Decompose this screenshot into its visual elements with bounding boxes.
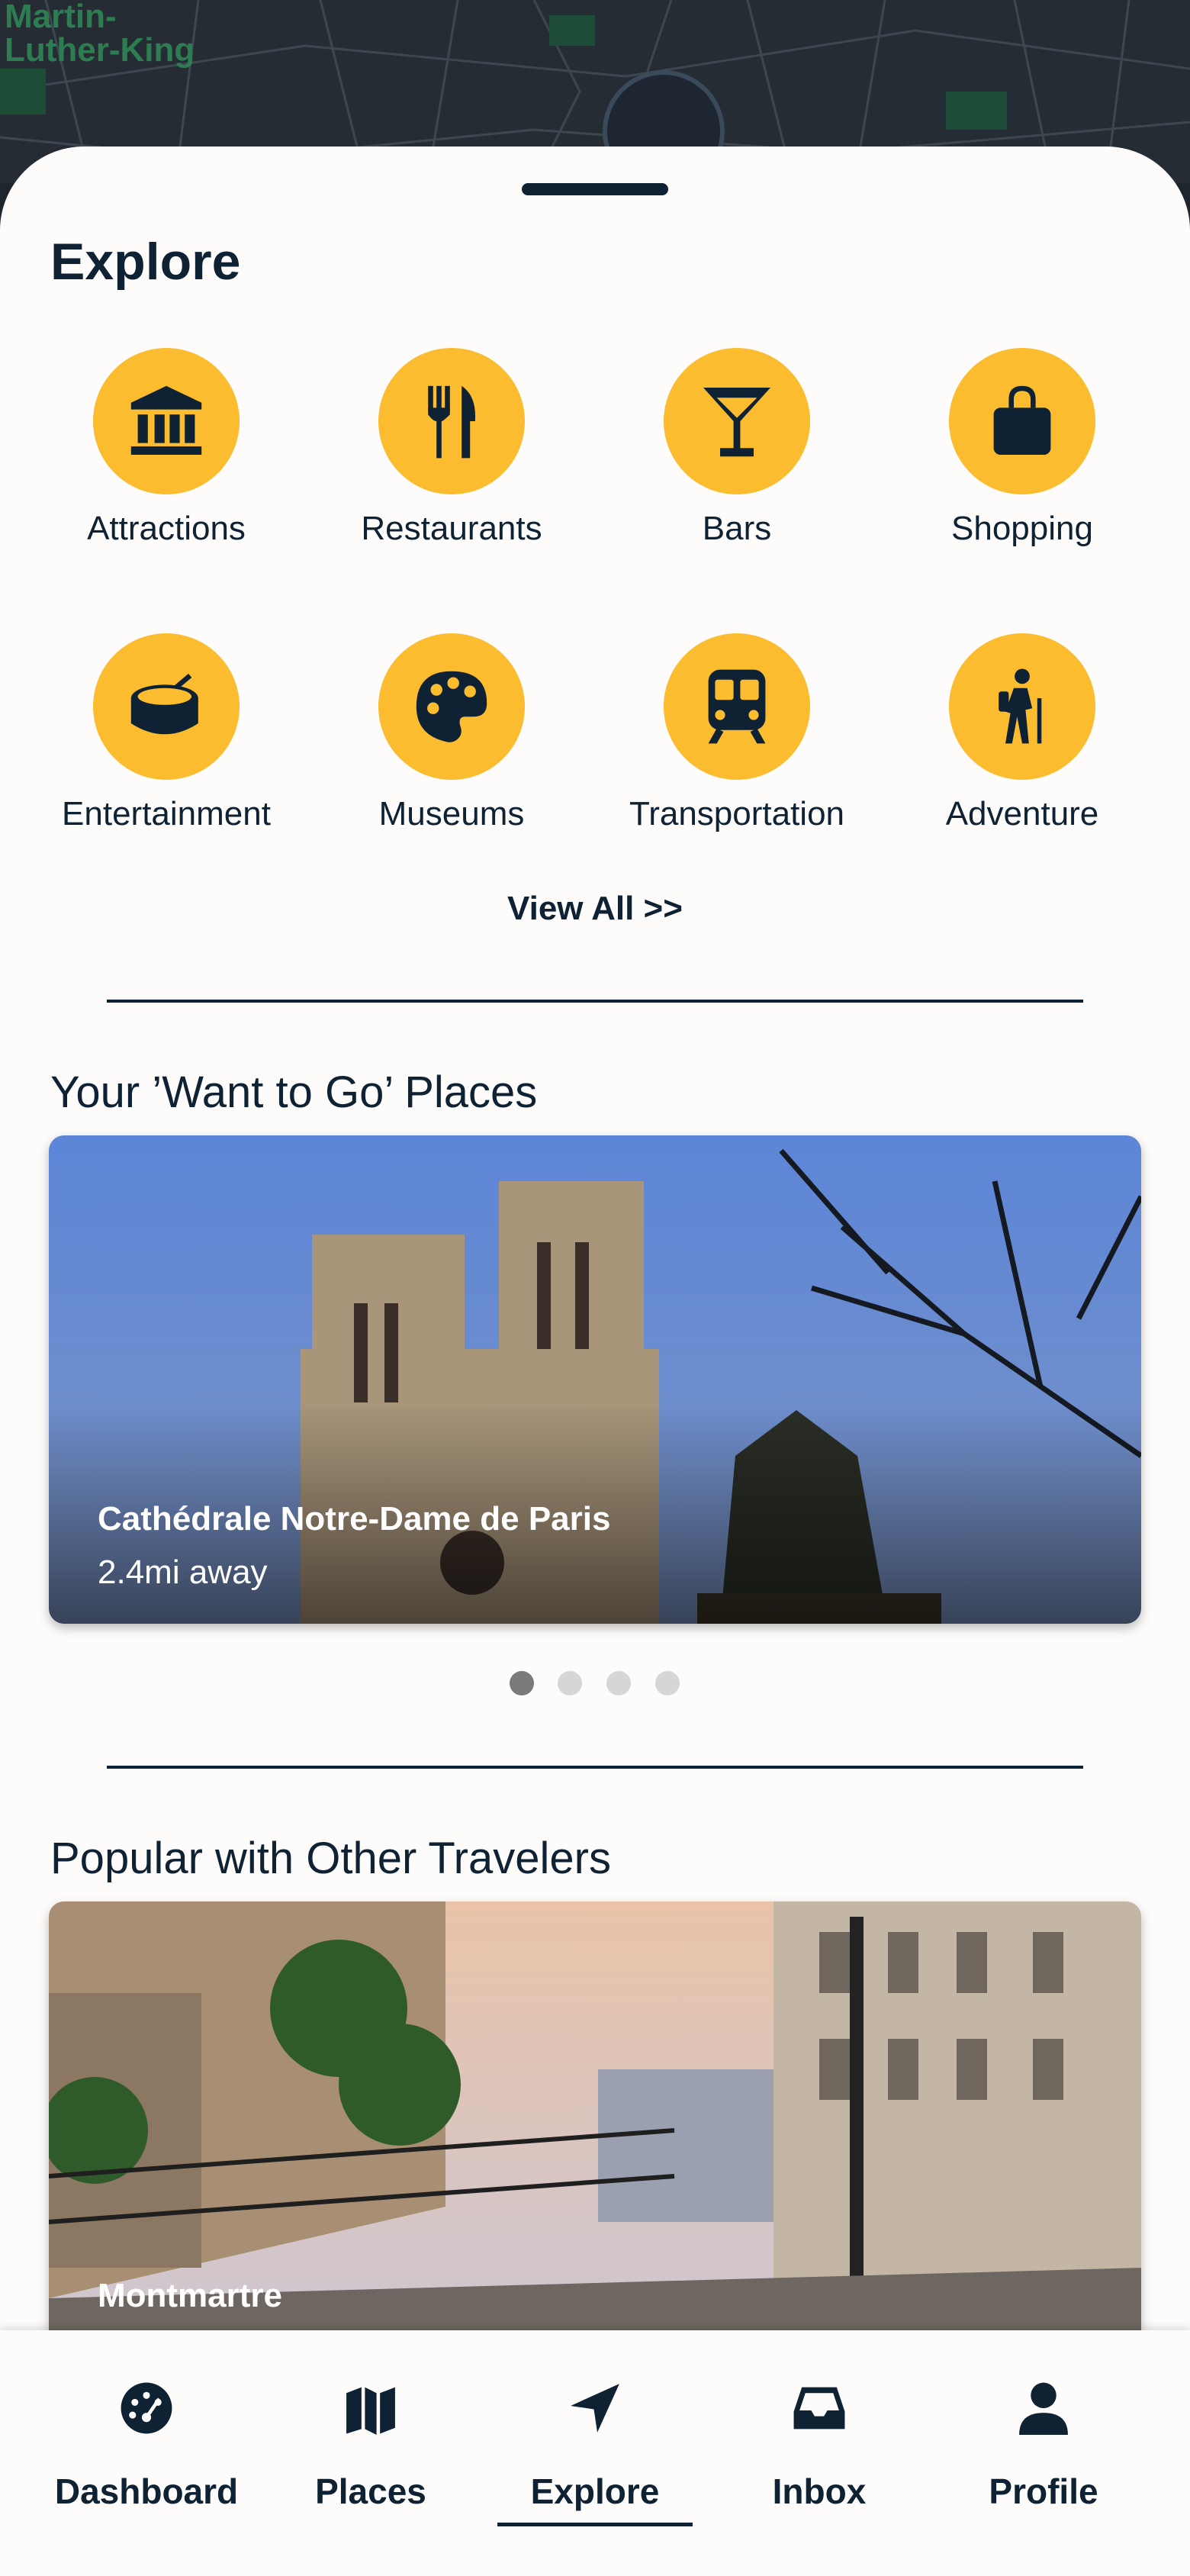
category-label: Adventure (945, 795, 1099, 832)
category-restaurants[interactable]: Restaurants (322, 348, 581, 548)
category-bars[interactable]: Bars (607, 348, 867, 548)
drum-icon (93, 633, 240, 780)
utensils-icon (378, 348, 525, 494)
category-label: Restaurants (361, 510, 542, 547)
nav-label: Explore (530, 2471, 660, 2511)
sheet-drag-handle[interactable] (522, 183, 668, 195)
explore-title: Explore (50, 233, 241, 291)
card-place-name: Montmartre (98, 2277, 283, 2314)
category-label: Entertainment (62, 795, 271, 832)
nav-label: Places (315, 2471, 426, 2511)
nav-label: Dashboard (54, 2471, 239, 2511)
popular-title: Popular with Other Travelers (50, 1834, 611, 1883)
view-all-link[interactable]: View All >> (0, 890, 1190, 928)
user-icon (1019, 2382, 1068, 2435)
nav-profile[interactable]: Profile (925, 2330, 1163, 2576)
card-place-name: Cathédrale Notre-Dame de Paris (98, 1500, 611, 1538)
montmartre-photo (49, 1901, 1141, 2405)
nav-inbox[interactable]: Inbox (700, 2330, 938, 2576)
category-label: Museums (378, 795, 525, 832)
category-label: Transportation (629, 795, 845, 832)
category-transportation[interactable]: Transportation (607, 633, 867, 833)
want-to-go-title: Your ’Want to Go’ Places (50, 1067, 538, 1117)
map-street-label: Martin- Luther-King (5, 0, 195, 69)
category-adventure[interactable]: Adventure (892, 633, 1152, 833)
shopping-bag-icon (949, 348, 1095, 494)
palette-icon (378, 633, 525, 780)
category-museums[interactable]: Museums (322, 633, 581, 833)
category-shopping[interactable]: Shopping (892, 348, 1152, 548)
nav-dashboard[interactable]: Dashboard (27, 2330, 265, 2576)
pagination-dot[interactable] (558, 1671, 582, 1695)
nav-label: Inbox (772, 2471, 867, 2511)
section-divider (107, 1000, 1083, 1003)
category-label: Attractions (87, 510, 246, 547)
notre-dame-photo (49, 1135, 1141, 1624)
nav-explore[interactable]: Explore (476, 2330, 714, 2576)
bottom-nav: Dashboard Places Explore Inbox Profile (0, 2330, 1190, 2576)
category-entertainment[interactable]: Entertainment (37, 633, 296, 833)
category-label: Bars (702, 510, 772, 547)
cocktail-icon (664, 348, 810, 494)
popular-card[interactable]: Montmartre (49, 1901, 1141, 2405)
pagination-dot[interactable] (510, 1671, 534, 1695)
want-to-go-card[interactable]: Cathédrale Notre-Dame de Paris 2.4mi awa… (49, 1135, 1141, 1624)
train-icon (664, 633, 810, 780)
category-label: Shopping (951, 510, 1093, 547)
category-attractions[interactable]: Attractions (37, 348, 296, 548)
location-arrow-icon (571, 2384, 619, 2433)
hiking-icon (949, 633, 1095, 780)
bank-icon (93, 348, 240, 494)
dashboard-gauge-icon (121, 2382, 172, 2434)
inbox-tray-icon (793, 2387, 845, 2429)
explore-sheet: Explore Attractions Restaurants Bars Sho… (0, 147, 1190, 2576)
map-icon (346, 2387, 395, 2435)
pagination-dot[interactable] (655, 1671, 680, 1695)
nav-active-indicator (497, 2523, 693, 2526)
nav-places[interactable]: Places (252, 2330, 490, 2576)
nav-label: Profile (989, 2471, 1098, 2511)
section-divider (107, 1766, 1083, 1769)
card-distance: 2.4mi away (98, 1554, 268, 1591)
pagination-dot[interactable] (606, 1671, 631, 1695)
